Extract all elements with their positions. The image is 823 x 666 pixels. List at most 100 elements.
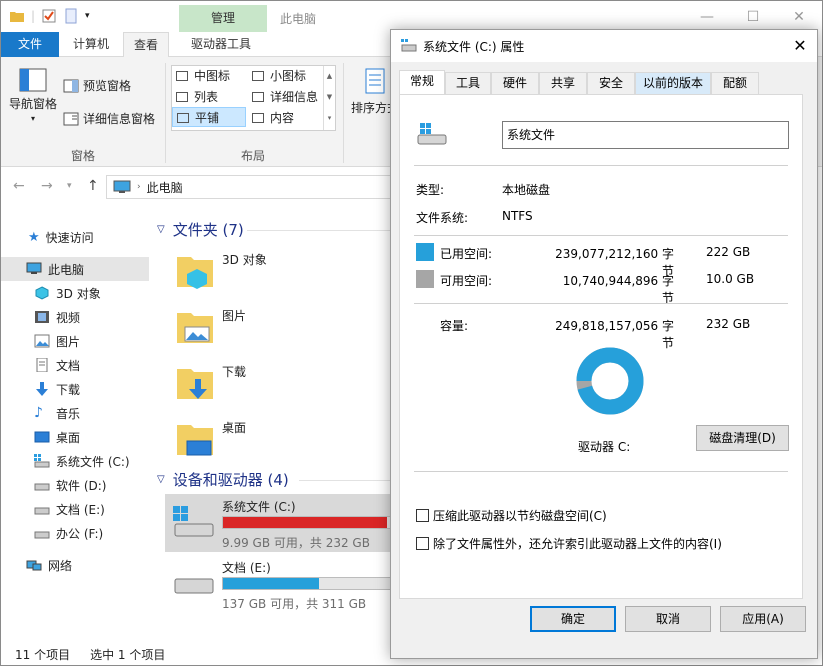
address-input[interactable]: › 此电脑 (106, 175, 406, 199)
sidebar-item-quick-access[interactable]: ★ 快速访问 (1, 225, 149, 249)
tab-file[interactable]: 文件 (1, 32, 59, 57)
chevron-down-icon: ▽ (157, 224, 165, 235)
sidebar-item-videos[interactable]: 视频 (1, 305, 149, 329)
apply-button[interactable]: 应用(A) (720, 606, 806, 632)
index-checkbox[interactable] (416, 537, 429, 550)
sidebar-item-drive-f[interactable]: 办公 (F:) (1, 521, 149, 545)
tab-hardware[interactable]: 硬件 (491, 72, 539, 94)
tab-quota[interactable]: 配额 (711, 72, 759, 94)
music-note-icon: ♪ (34, 405, 43, 421)
properties-dialog: 系统文件 (C:) 属性 ✕ 常规 工具 硬件 共享 安全 以前的版本 配额 系… (390, 29, 818, 659)
folder-desktop[interactable]: 桌面 (175, 413, 375, 465)
document-icon (36, 358, 48, 372)
pane-group-label: 窗格 (71, 149, 96, 163)
qat-dropdown-icon[interactable]: ▾ (85, 11, 90, 21)
layout-small-icons[interactable]: 小图标 (248, 66, 324, 86)
computer-icon (113, 180, 131, 193)
drive-usage-bar (222, 516, 395, 529)
free-color-swatch (416, 270, 434, 288)
layout-gallery-scroll[interactable]: ▲ ▼ ▾ (323, 66, 335, 130)
ok-button[interactable]: 确定 (530, 606, 616, 632)
cancel-button[interactable]: 取消 (625, 606, 711, 632)
index-content-option[interactable]: 除了文件属性外，还允许索引此驱动器上文件的内容(I) (416, 535, 722, 552)
nav-pane-button[interactable]: 导航窗格 ▾ (9, 67, 57, 123)
free-space-row: 可用空间: 10,740,944,896 字节 10.0 GB (416, 270, 788, 305)
tab-sharing[interactable]: 共享 (539, 72, 587, 94)
tab-previous-versions[interactable]: 以前的版本 (635, 72, 711, 94)
close-icon[interactable]: ✕ (776, 1, 822, 32)
folder-icon[interactable] (9, 8, 25, 24)
type-label: 类型: (416, 183, 445, 197)
sidebar-item-pictures[interactable]: 图片 (1, 329, 149, 353)
folder-3d-objects[interactable]: 3D 对象 (175, 245, 375, 297)
toolbar-divider: | (31, 9, 36, 23)
tab-tools[interactable]: 工具 (445, 72, 491, 94)
drive-letter-label: 驱动器 C: (578, 440, 631, 454)
new-folder-icon[interactable] (63, 8, 79, 24)
maximize-icon[interactable]: ☐ (730, 1, 776, 32)
compress-checkbox[interactable] (416, 509, 429, 522)
tab-computer[interactable]: 计算机 (63, 32, 119, 57)
layout-content[interactable]: 内容 (248, 108, 324, 128)
recent-dropdown-icon[interactable]: ▾ (67, 181, 72, 191)
folder-picture-icon (177, 313, 213, 343)
folder-desktop-icon (177, 425, 213, 456)
donut-used-segment (576, 347, 644, 415)
sidebar-item-documents[interactable]: 文档 (1, 353, 149, 377)
sidebar-item-music[interactable]: ♪ 音乐 (1, 401, 149, 425)
layout-group-label: 布局 (241, 149, 266, 163)
up-arrow-icon[interactable]: ↑ (87, 178, 99, 194)
sidebar-item-drive-c[interactable]: 系统文件 (C:) (1, 449, 149, 473)
sidebar-item-drive-d[interactable]: 软件 (D:) (1, 473, 149, 497)
folders-section-header[interactable]: ▽ 文件夹 (7) (157, 219, 244, 240)
layout-medium-icons[interactable]: 中图标 (172, 66, 248, 86)
separator (414, 303, 788, 304)
layout-list[interactable]: 列表 (172, 87, 248, 107)
section-divider (299, 480, 391, 481)
used-space-label: 已用空间: (440, 247, 493, 261)
compress-drive-option[interactable]: 压缩此驱动器以节约磁盘空间(C) (416, 507, 607, 524)
tab-drive-tools[interactable]: 驱动器工具 (181, 32, 261, 57)
tab-view[interactable]: 查看 (123, 32, 170, 58)
small-icons-icon (252, 71, 264, 81)
sidebar-item-network[interactable]: 网络 (1, 553, 149, 577)
usage-donut-chart (576, 347, 644, 415)
details-pane-label: 详细信息窗格 (83, 112, 156, 126)
volume-name-input[interactable]: 系统文件 (502, 121, 789, 149)
dialog-titlebar: 系统文件 (C:) 属性 (391, 30, 817, 62)
capacity-label: 容量: (440, 319, 469, 333)
used-space-row: 已用空间: 239,077,212,160 字节 222 GB (416, 243, 788, 278)
window-controls: — ☐ ✕ (684, 1, 822, 32)
system-drive-icon (34, 454, 50, 468)
sidebar-item-desktop[interactable]: 桌面 (1, 425, 149, 449)
sidebar-item-this-pc[interactable]: 此电脑 (1, 257, 149, 281)
layout-details[interactable]: 详细信息 (248, 87, 324, 107)
free-space-label: 可用空间: (440, 274, 493, 288)
layout-tiles[interactable]: 平铺 (172, 107, 246, 127)
tab-security[interactable]: 安全 (587, 72, 635, 94)
sidebar-item-3d-objects[interactable]: 3D 对象 (1, 281, 149, 305)
nav-pane-label: 导航窗格 (9, 97, 58, 111)
details-pane-button[interactable]: 详细信息窗格 (63, 110, 155, 127)
back-arrow-icon[interactable]: ← (13, 178, 25, 194)
folder-download-icon (177, 369, 213, 399)
drive-tile-c[interactable]: 系统文件 (C:) 9.99 GB 可用，共 232 GB (165, 494, 395, 552)
forward-arrow-icon[interactable]: → (41, 178, 53, 194)
dialog-close-icon[interactable]: ✕ (791, 37, 809, 55)
minimize-icon[interactable]: — (684, 1, 730, 32)
folder-downloads[interactable]: 下载 (175, 357, 375, 409)
drive-tile-e[interactable]: 文档 (E:) 137 GB 可用，共 311 GB (165, 555, 395, 613)
properties-check-icon[interactable] (41, 8, 57, 24)
general-tab-panel: 系统文件 类型: 本地磁盘 文件系统: NTFS 已用空间: 239,077,2… (399, 94, 803, 599)
preview-pane-button[interactable]: 预览窗格 (63, 77, 131, 94)
folder-pictures[interactable]: 图片 (175, 301, 375, 353)
tab-general[interactable]: 常规 (399, 70, 445, 95)
tiles-icon (177, 113, 189, 123)
disk-cleanup-button[interactable]: 磁盘清理(D) (696, 425, 789, 451)
sidebar-item-downloads[interactable]: 下载 (1, 377, 149, 401)
preview-pane-icon (63, 79, 79, 92)
nav-pane-icon (19, 68, 47, 92)
sidebar-item-drive-e[interactable]: 文档 (E:) (1, 497, 149, 521)
drives-section-header[interactable]: ▽ 设备和驱动器 (4) (157, 469, 289, 490)
window-title: 此电脑 (280, 12, 317, 26)
